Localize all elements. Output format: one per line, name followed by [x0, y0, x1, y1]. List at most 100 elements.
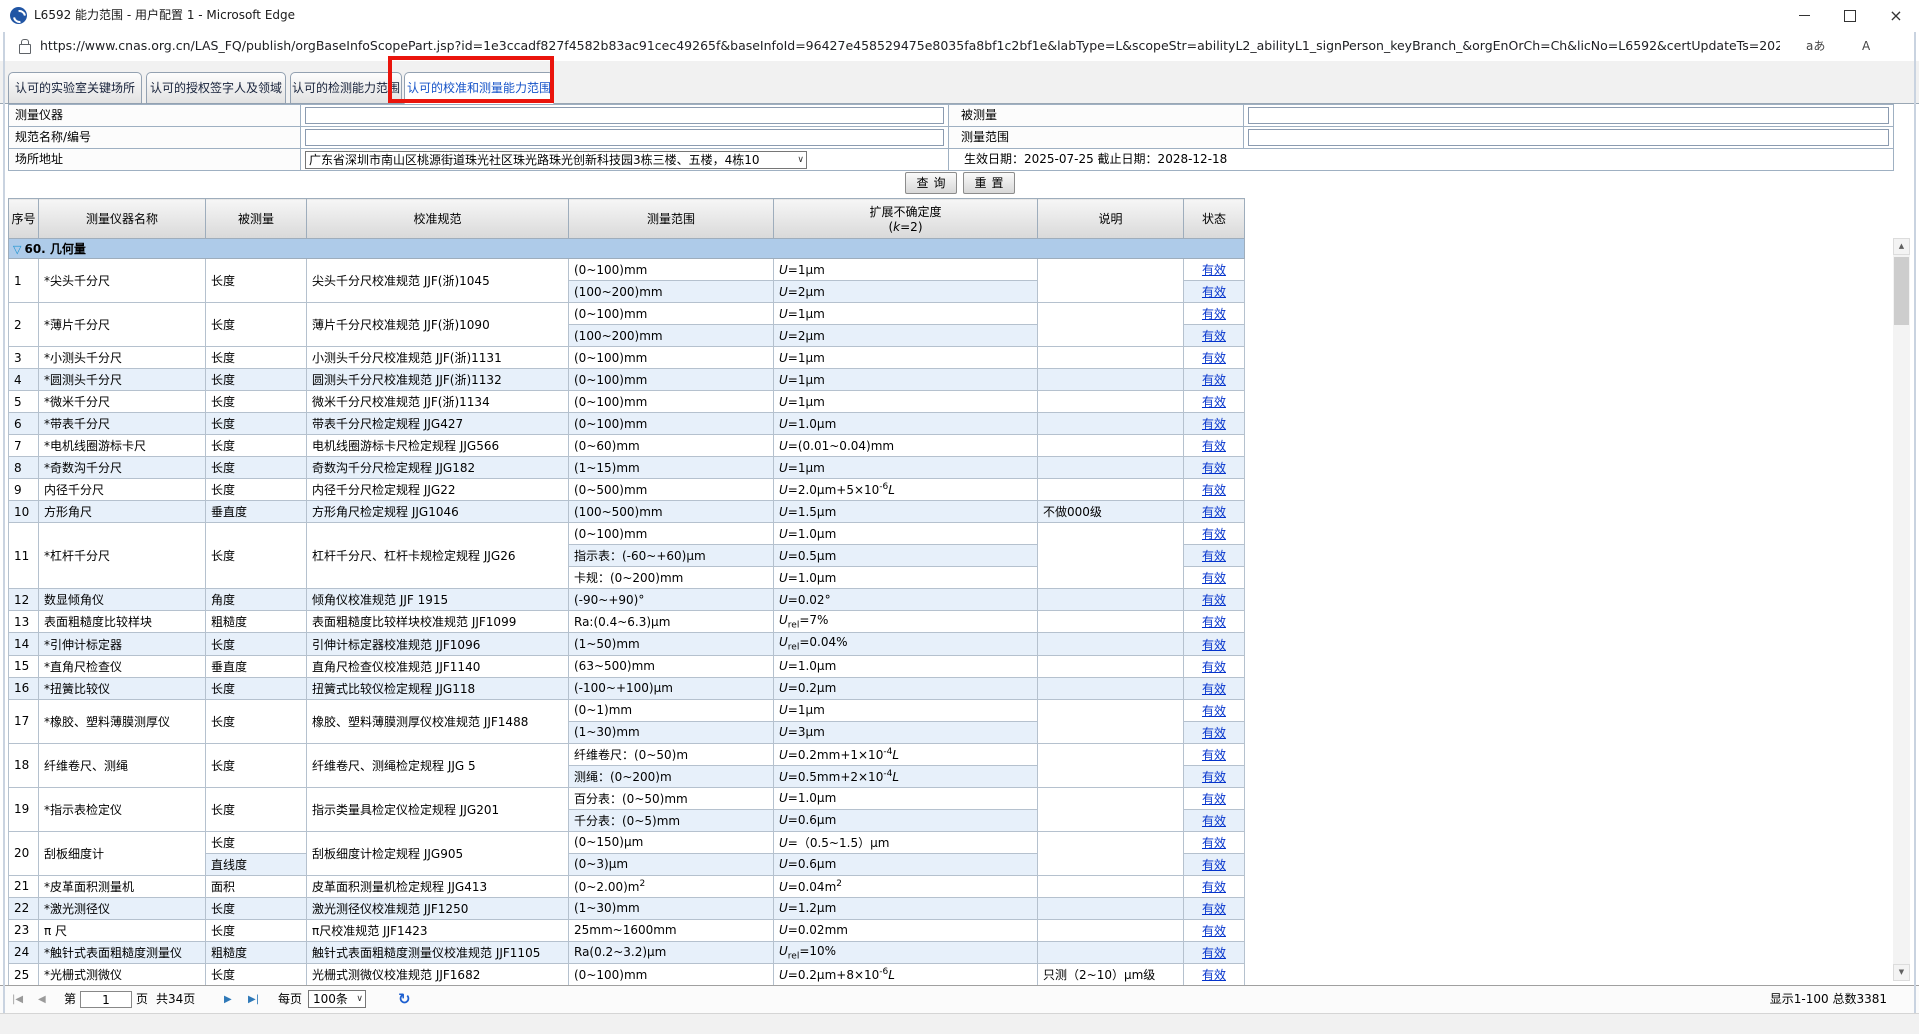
url-text[interactable]: https://www.cnas.org.cn/LAS_FQ/publish/o…: [40, 31, 1780, 61]
cell-uncertainty: U=（0.5~1.5）μm: [774, 831, 1038, 853]
reset-button[interactable]: 重置: [963, 172, 1015, 194]
status-link-valid[interactable]: 有效: [1202, 792, 1226, 806]
table-row: 4*圆测头千分尺长度圆测头千分尺校准规范 JJF(浙)1132(0~100)mm…: [9, 369, 1245, 391]
cell-uncertainty: U=1μm: [774, 369, 1038, 391]
tab-key-locations[interactable]: 认可的实验室关键场所: [8, 72, 142, 104]
spec-input[interactable]: [305, 129, 944, 146]
col-header-uncertainty: 扩展不确定度 (k=2): [774, 199, 1038, 239]
cell-uncertainty: U=1.0μm: [774, 787, 1038, 809]
group-row[interactable]: ▽60. 几何量: [9, 239, 1245, 259]
status-link-valid[interactable]: 有效: [1202, 461, 1226, 475]
status-link-valid[interactable]: 有效: [1202, 704, 1226, 718]
cell-uncertainty: Urel=7%: [774, 611, 1038, 633]
status-link-valid[interactable]: 有效: [1202, 395, 1226, 409]
status-link-valid[interactable]: 有效: [1202, 836, 1226, 850]
refresh-icon[interactable]: ↻: [398, 986, 411, 1013]
cell-spec: 光栅式测微仪校准规范 JJF1682: [307, 964, 569, 985]
status-link-valid[interactable]: 有效: [1202, 726, 1226, 740]
measurand-input[interactable]: [1248, 107, 1889, 124]
last-page-icon[interactable]: ▶|: [248, 986, 259, 1013]
close-button[interactable]: ×: [1873, 0, 1919, 31]
prev-page-icon[interactable]: ◀: [38, 986, 46, 1013]
status-link-valid[interactable]: 有效: [1202, 968, 1226, 982]
maximize-button[interactable]: [1827, 0, 1873, 31]
cell-range: (0~100)mm: [569, 964, 774, 985]
read-aloud-icon[interactable]: A: [1862, 31, 1870, 61]
status-link-valid[interactable]: 有效: [1202, 946, 1226, 960]
tab-testing-scope[interactable]: 认可的检测能力范围: [290, 72, 402, 104]
query-button[interactable]: 查询: [905, 172, 957, 194]
status-link-valid[interactable]: 有效: [1202, 527, 1226, 541]
status-link-valid[interactable]: 有效: [1202, 814, 1226, 828]
cell-note: [1038, 919, 1184, 941]
cell-status: 有效: [1184, 611, 1245, 633]
translate-icon[interactable]: aあ: [1806, 31, 1825, 61]
cell-no: 8: [9, 457, 39, 479]
cell-status: 有效: [1184, 567, 1245, 589]
status-link-valid[interactable]: 有效: [1202, 373, 1226, 387]
status-link-valid[interactable]: 有效: [1202, 770, 1226, 784]
col-header-uncertainty-line1: 扩展不确定度: [776, 203, 1035, 220]
status-link-valid[interactable]: 有效: [1202, 549, 1226, 563]
status-link-valid[interactable]: 有效: [1202, 593, 1226, 607]
minimize-button[interactable]: [1781, 0, 1827, 31]
scroll-down-icon[interactable]: ▼: [1893, 964, 1910, 981]
cell-note: [1038, 875, 1184, 897]
instrument-input[interactable]: [305, 107, 944, 124]
cell-range: 指示表：(-60~+60)μm: [569, 545, 774, 567]
status-link-valid[interactable]: 有效: [1202, 505, 1226, 519]
status-link-valid[interactable]: 有效: [1202, 748, 1226, 762]
tab-signatories[interactable]: 认可的授权签字人及领域: [146, 72, 286, 104]
per-page-label: 每页: [278, 986, 302, 1013]
cell-no: 18: [9, 743, 39, 787]
status-link-valid[interactable]: 有效: [1202, 439, 1226, 453]
status-link-valid[interactable]: 有效: [1202, 483, 1226, 497]
cell-status: 有效: [1184, 831, 1245, 853]
status-link-valid[interactable]: 有效: [1202, 615, 1226, 629]
range-input[interactable]: [1248, 129, 1889, 146]
scroll-up-icon[interactable]: ▲: [1893, 238, 1910, 255]
cell-measurand: 长度: [206, 259, 307, 303]
cell-note: [1038, 633, 1184, 655]
table-header-row: 序号 测量仪器名称 被测量 校准规范 测量范围 扩展不确定度 (k=2) 说明 …: [9, 199, 1245, 239]
cell-note: [1038, 699, 1184, 743]
status-link-valid[interactable]: 有效: [1202, 638, 1226, 652]
address-select[interactable]: 广东省深圳市南山区桃源街道珠光社区珠光路珠光创新科技园3栋三楼、五楼，4栋10 …: [305, 151, 807, 169]
next-page-icon[interactable]: ▶: [224, 986, 232, 1013]
status-link-valid[interactable]: 有效: [1202, 417, 1226, 431]
grid-scrollbar[interactable]: ▲ ▼: [1893, 238, 1910, 981]
status-link-valid[interactable]: 有效: [1202, 924, 1226, 938]
status-link-valid[interactable]: 有效: [1202, 307, 1226, 321]
cell-status: 有效: [1184, 589, 1245, 611]
cell-note: [1038, 457, 1184, 479]
status-link-valid[interactable]: 有效: [1202, 329, 1226, 343]
table-row: 16*扭簧比较仪长度扭簧式比较仪检定规程 JJG118(-100~+100)μm…: [9, 677, 1245, 699]
status-link-valid[interactable]: 有效: [1202, 263, 1226, 277]
cell-status: 有效: [1184, 479, 1245, 501]
status-link-valid[interactable]: 有效: [1202, 571, 1226, 585]
cell-status: 有效: [1184, 787, 1245, 809]
page-number-input[interactable]: [80, 991, 132, 1008]
first-page-icon[interactable]: |◀: [12, 986, 23, 1013]
cell-range: (0~100)mm: [569, 347, 774, 369]
status-link-valid[interactable]: 有效: [1202, 285, 1226, 299]
cell-uncertainty: U=0.2μm+8×10-6L: [774, 964, 1038, 985]
status-link-valid[interactable]: 有效: [1202, 858, 1226, 872]
col-header-note: 说明: [1038, 199, 1184, 239]
status-link-valid[interactable]: 有效: [1202, 660, 1226, 674]
collapse-triangle-icon: ▽: [13, 243, 21, 256]
status-link-valid[interactable]: 有效: [1202, 902, 1226, 916]
status-link-valid[interactable]: 有效: [1202, 351, 1226, 365]
status-link-valid[interactable]: 有效: [1202, 682, 1226, 696]
address-bar[interactable]: https://www.cnas.org.cn/LAS_FQ/publish/o…: [0, 31, 1919, 62]
cell-note: 只测（2~10）μm级: [1038, 964, 1184, 985]
table-row: 6*带表千分尺长度带表千分尺检定规程 JJG427(0~100)mmU=1.0μ…: [9, 413, 1245, 435]
scrollbar-thumb[interactable]: [1894, 257, 1909, 325]
cell-spec: 表面粗糙度比较样块校准规范 JJF1099: [307, 611, 569, 633]
cell-measurand: 长度: [206, 677, 307, 699]
per-page-select[interactable]: 100条 ∨: [308, 990, 366, 1008]
cell-no: 25: [9, 964, 39, 985]
status-link-valid[interactable]: 有效: [1202, 880, 1226, 894]
table-row: 22*激光测径仪长度激光测径仪校准规范 JJF1250(1~30)mmU=1.2…: [9, 897, 1245, 919]
col-header-status: 状态: [1184, 199, 1245, 239]
